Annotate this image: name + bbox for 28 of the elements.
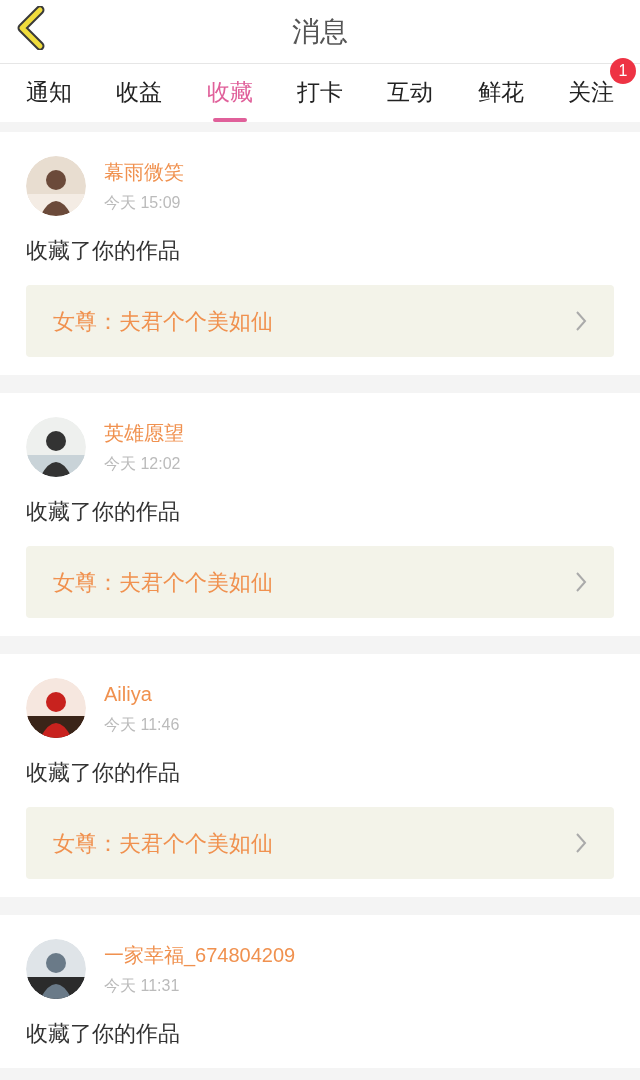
user-name[interactable]: Ailiya (104, 679, 180, 709)
chevron-right-icon (575, 571, 587, 593)
user-name[interactable]: 一家幸福_674804209 (104, 940, 296, 970)
time-text: 今天 11:31 (104, 976, 181, 996)
message-text: 收藏了你的作品 (26, 237, 181, 265)
message-text: 收藏了你的作品 (26, 759, 181, 787)
time-text: 今天 11:46 (104, 715, 180, 735)
time-text: 今天 15:09 (104, 193, 182, 213)
user-name[interactable]: 英雄愿望 (104, 418, 184, 448)
tab[interactable]: 通知 (26, 64, 72, 122)
page-title: 消息 (292, 14, 348, 49)
time-text: 今天 12:02 (104, 454, 182, 474)
badge: 1 (609, 58, 636, 84)
tab[interactable]: 收藏 (206, 64, 253, 122)
user-name[interactable]: 幕雨微笑 (104, 157, 184, 187)
tab[interactable]: 收益 (116, 64, 163, 122)
tab-indicator (212, 118, 247, 122)
message-text: 收藏了你的作品 (26, 498, 181, 526)
back-icon[interactable] (16, 6, 46, 50)
tab[interactable]: 鲜花 (477, 64, 524, 122)
work-link[interactable]: 女尊：夫君个个美如仙 (26, 285, 614, 357)
tab[interactable]: 互动 (387, 64, 434, 122)
chevron-right-icon (575, 832, 587, 854)
work-link[interactable]: 女尊：夫君个个美如仙 (26, 807, 614, 879)
tab[interactable]: 打卡 (297, 64, 343, 122)
chevron-right-icon (575, 310, 587, 332)
work-link[interactable]: 女尊：夫君个个美如仙 (26, 546, 614, 618)
message-text: 收藏了你的作品 (26, 1020, 181, 1048)
